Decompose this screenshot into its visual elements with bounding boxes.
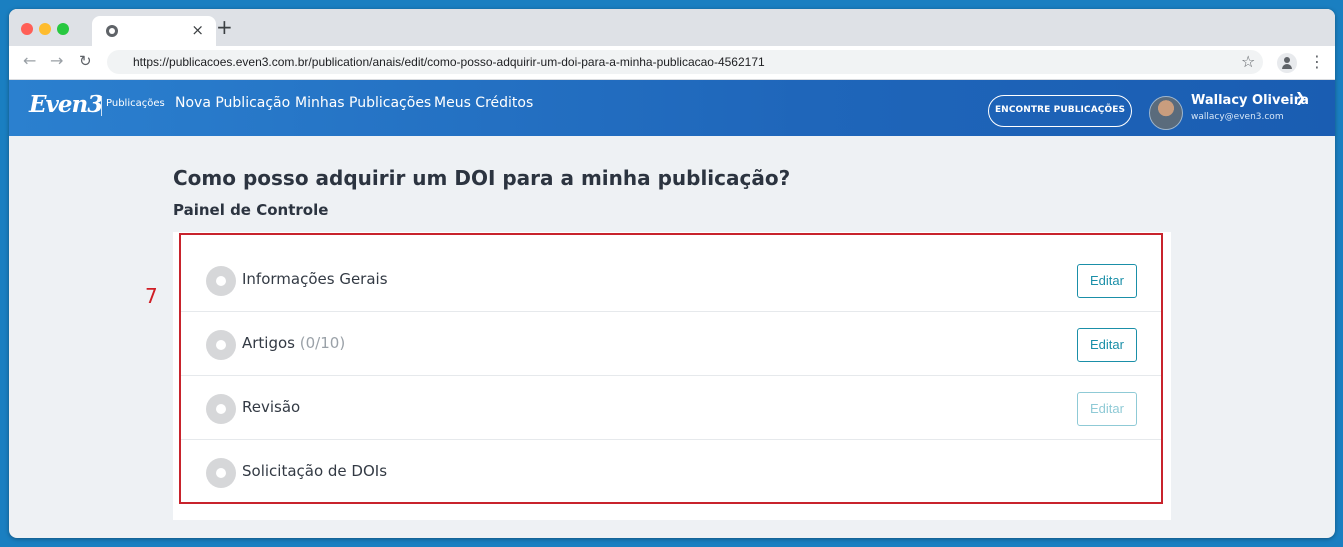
site-header: Even3 Publicações Nova Publicação Minhas… (9, 80, 1335, 136)
browser-tab[interactable]: × (92, 16, 216, 46)
reload-icon[interactable]: ↻ (79, 52, 92, 70)
avatar[interactable] (1149, 96, 1183, 130)
highlight-box (179, 233, 1163, 504)
nav-nova-publicacao[interactable]: Nova Publicação (175, 95, 290, 111)
url-text[interactable]: https://publicacoes.even3.com.br/publica… (133, 55, 765, 69)
profile-icon[interactable] (1277, 53, 1297, 73)
user-name[interactable]: Wallacy Oliveira (1191, 93, 1309, 108)
close-window-button[interactable] (21, 23, 33, 35)
find-publications-button[interactable]: ENCONTRE PUBLICAÇÕES (988, 95, 1132, 127)
chevron-down-icon[interactable]: ❯ (1295, 91, 1306, 106)
maximize-window-button[interactable] (57, 23, 69, 35)
browser-toolbar: ← → ↻ https://publicacoes.even3.com.br/p… (9, 46, 1335, 80)
back-arrow-icon[interactable]: ← (23, 51, 36, 70)
forward-arrow-icon[interactable]: → (50, 51, 63, 70)
chrome-favicon-icon (106, 25, 118, 37)
user-email: wallacy@even3.com (1191, 112, 1284, 122)
star-icon[interactable]: ☆ (1241, 52, 1255, 71)
address-bar[interactable]: https://publicacoes.even3.com.br/publica… (107, 50, 1263, 74)
minimize-window-button[interactable] (39, 23, 51, 35)
new-tab-icon[interactable]: + (216, 15, 233, 39)
logo-subtitle[interactable]: Publicações (106, 98, 165, 109)
annotation-number: 7 (145, 284, 158, 308)
section-title: Painel de Controle (173, 201, 329, 219)
browser-window: × + ← → ↻ https://publicacoes.even3.com.… (9, 9, 1335, 538)
nav-meus-creditos[interactable]: Meus Créditos (434, 95, 533, 111)
tab-strip: × + (9, 9, 1335, 46)
tab-close-icon[interactable]: × (191, 21, 204, 39)
nav-minhas-publicacoes[interactable]: Minhas Publicações (295, 95, 431, 111)
page-title: Como posso adquirir um DOI para a minha … (173, 166, 791, 190)
menu-dots-icon[interactable]: ⋮ (1309, 52, 1325, 71)
even3-logo[interactable]: Even3 (29, 91, 103, 118)
logo-divider (101, 96, 102, 116)
